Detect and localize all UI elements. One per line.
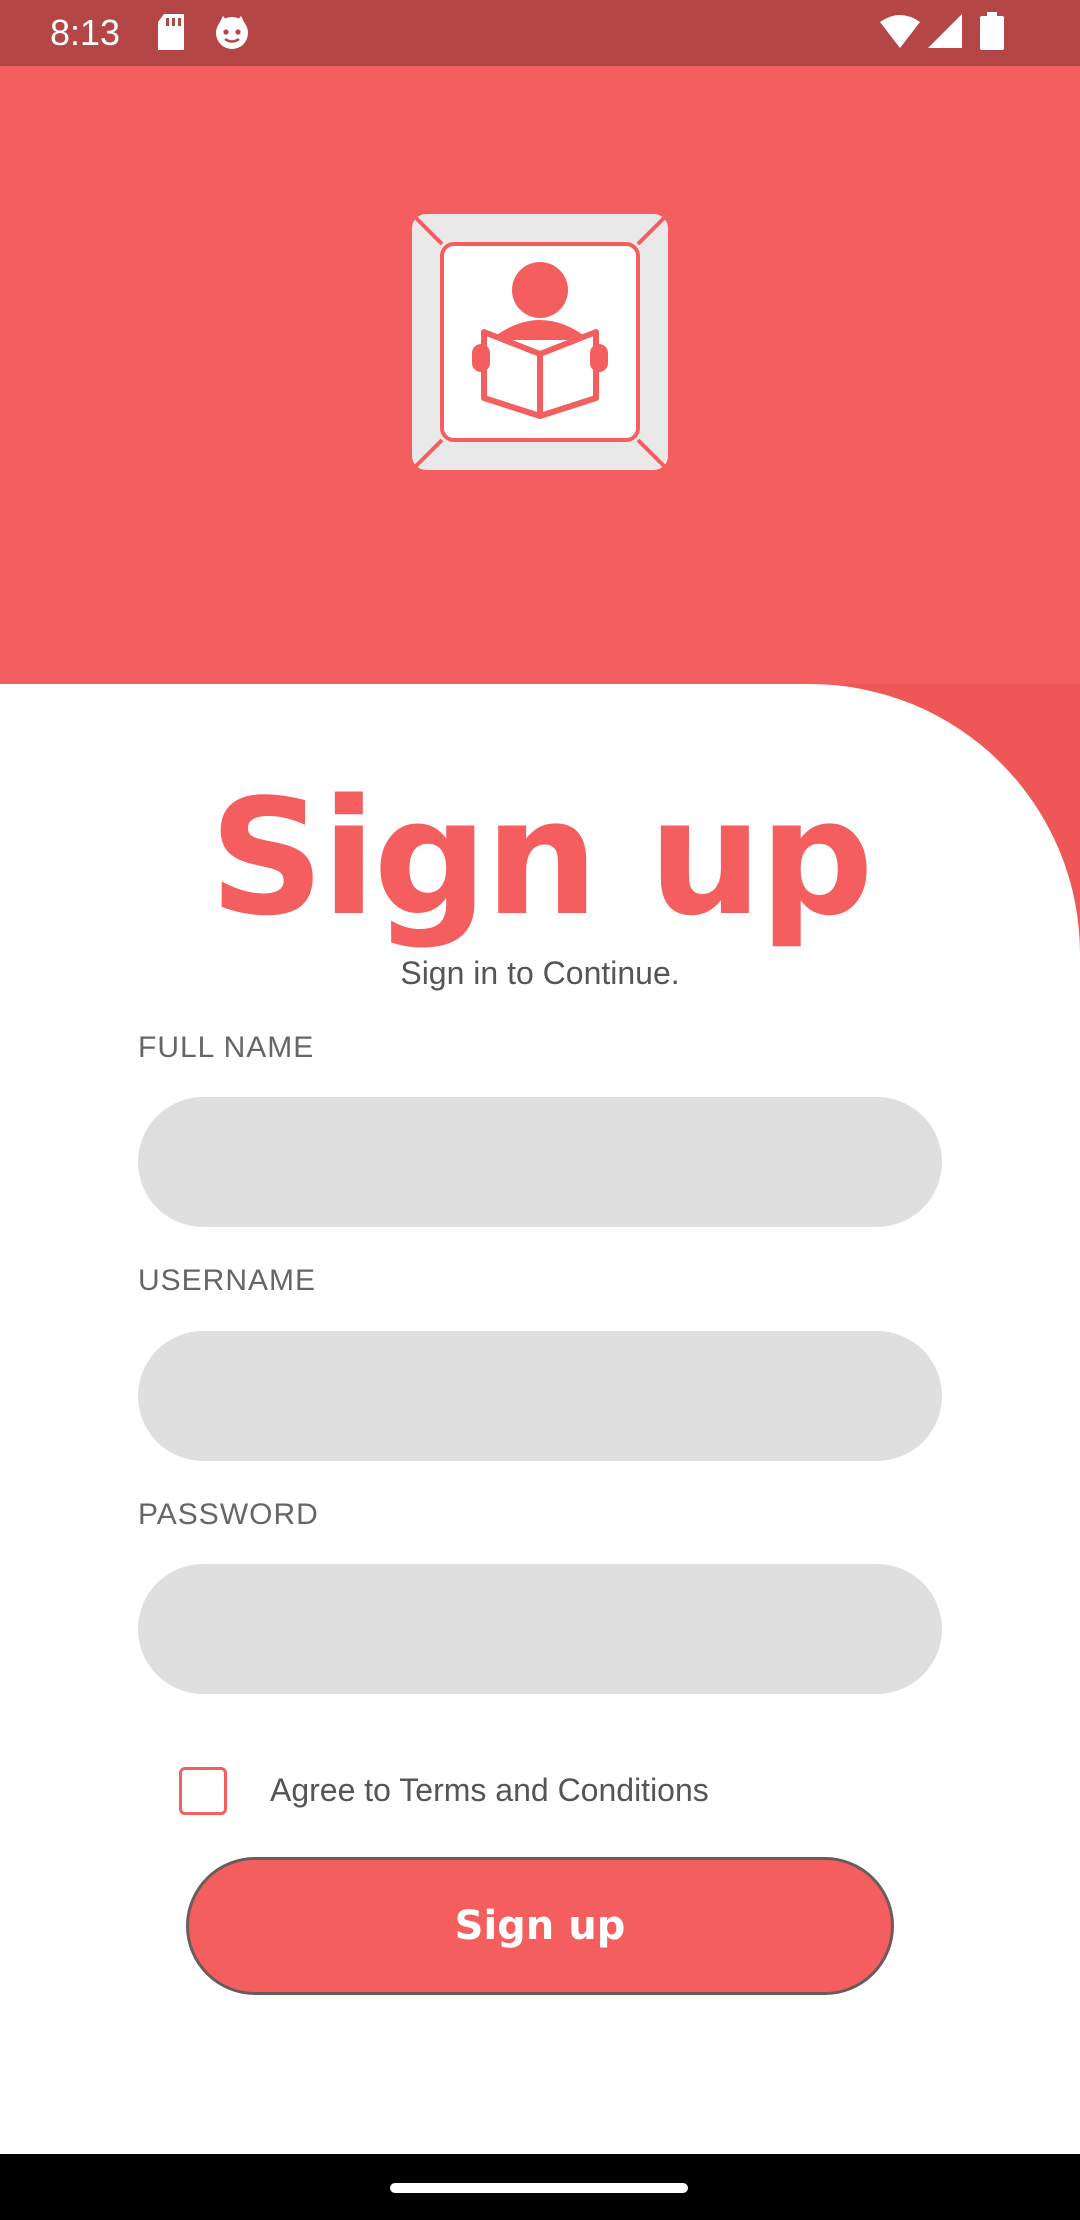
full-name-input[interactable] — [138, 1097, 942, 1227]
full-name-label: FULL NAME — [138, 1031, 315, 1064]
signup-button[interactable]: Sign up — [186, 1857, 894, 1995]
battery-icon — [980, 12, 1004, 55]
person-reading-book-icon — [412, 214, 668, 470]
page-title: Sign up — [209, 764, 874, 951]
home-handle[interactable] — [390, 2183, 688, 2193]
signal-icon — [928, 14, 962, 53]
header-banner — [0, 66, 1080, 686]
status-time: 8:13 — [50, 12, 121, 53]
username-label: USERNAME — [138, 1264, 317, 1297]
terms-label[interactable]: Agree to Terms and Conditions — [270, 1772, 709, 1809]
wifi-icon — [880, 14, 920, 53]
sd-card-icon — [156, 14, 186, 55]
username-input[interactable] — [138, 1331, 942, 1461]
page-subtitle: Sign in to Continue. — [400, 955, 680, 991]
cat-face-icon — [214, 14, 250, 55]
status-bar: 8:13 — [0, 0, 1080, 66]
password-label: PASSWORD — [138, 1498, 319, 1531]
terms-checkbox[interactable] — [179, 1767, 227, 1815]
password-input[interactable] — [138, 1564, 942, 1694]
